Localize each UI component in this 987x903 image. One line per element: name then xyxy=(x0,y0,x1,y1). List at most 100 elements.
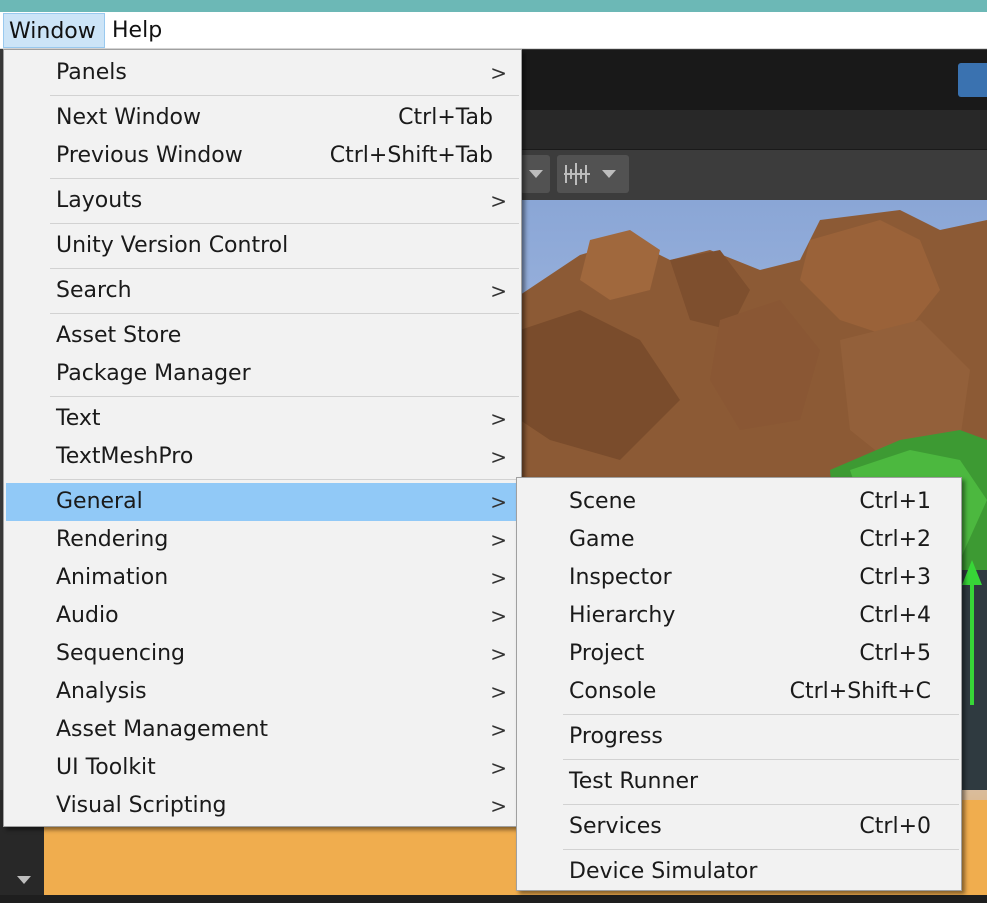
menu-item-label: Previous Window xyxy=(56,143,243,168)
menubar-item-help[interactable]: Help xyxy=(107,13,167,48)
menu-separator xyxy=(50,223,519,224)
menu-item-rendering[interactable]: Rendering > xyxy=(6,521,519,559)
menu-item-shortcut: Ctrl+2 xyxy=(859,527,931,552)
editor-tab-bar xyxy=(520,110,987,150)
audio-waveform-icon xyxy=(564,163,590,185)
menu-item-search[interactable]: Search > xyxy=(6,272,519,310)
menu-item-next-window[interactable]: Next Window Ctrl+Tab xyxy=(6,99,519,137)
menu-item-label: General xyxy=(56,489,143,514)
menu-item-layouts[interactable]: Layouts > xyxy=(6,182,519,220)
menu-item-label: Audio xyxy=(56,603,119,628)
menu-item-label: Rendering xyxy=(56,527,169,552)
submenu-item-services[interactable]: Services Ctrl+0 xyxy=(519,808,959,846)
menu-item-shortcut: Ctrl+0 xyxy=(859,814,931,839)
menu-item-label: TextMeshPro xyxy=(56,444,194,469)
menu-separator xyxy=(50,479,519,480)
menu-item-label: Scene xyxy=(569,489,637,514)
menu-item-label: Asset Management xyxy=(56,717,269,742)
submenu-item-inspector[interactable]: Inspector Ctrl+3 xyxy=(519,559,959,597)
submenu-item-game[interactable]: Game Ctrl+2 xyxy=(519,521,959,559)
chevron-right-icon: > xyxy=(490,756,507,780)
menu-item-label: Progress xyxy=(569,724,663,749)
menu-item-label: Visual Scripting xyxy=(56,793,227,818)
menu-item-text[interactable]: Text > xyxy=(6,400,519,438)
window-menu: Panels > Next Window Ctrl+Tab Previous Windo… xyxy=(3,49,522,827)
menu-item-animation[interactable]: Animation > xyxy=(6,559,519,597)
menu-item-label: UI Toolkit xyxy=(56,755,156,780)
menu-item-shortcut: Ctrl+Shift+C xyxy=(789,679,931,704)
scene-toolbar-dropdown[interactable] xyxy=(520,155,550,193)
chevron-right-icon: > xyxy=(490,718,507,742)
chevron-right-icon: > xyxy=(490,445,507,469)
submenu-item-scene[interactable]: Scene Ctrl+1 xyxy=(519,483,959,521)
menu-item-package-manager[interactable]: Package Manager xyxy=(6,355,519,393)
audio-mixer-dropdown[interactable] xyxy=(557,155,629,193)
menu-item-previous-window[interactable]: Previous Window Ctrl+Shift+Tab xyxy=(6,137,519,175)
general-submenu: Scene Ctrl+1 Game Ctrl+2 Inspector Ctrl+3 Hier… xyxy=(516,477,962,891)
menu-item-label: Asset Store xyxy=(56,323,182,348)
chevron-right-icon: > xyxy=(490,61,507,85)
chevron-down-icon xyxy=(17,876,31,884)
menu-item-audio[interactable]: Audio > xyxy=(6,597,519,635)
menu-item-shortcut: Ctrl+4 xyxy=(859,603,931,628)
chevron-right-icon: > xyxy=(490,604,507,628)
menu-separator xyxy=(563,849,959,850)
menu-item-unity-version-control[interactable]: Unity Version Control xyxy=(6,227,519,265)
menu-item-label: Hierarchy xyxy=(569,603,676,628)
menu-separator xyxy=(563,804,959,805)
submenu-item-console[interactable]: Console Ctrl+Shift+C xyxy=(519,673,959,711)
submenu-item-project[interactable]: Project Ctrl+5 xyxy=(519,635,959,673)
chevron-right-icon: > xyxy=(490,794,507,818)
menu-item-label: Sequencing xyxy=(56,641,186,666)
menu-item-label: Game xyxy=(569,527,635,552)
menu-item-shortcut: Ctrl+3 xyxy=(859,565,931,590)
menu-item-panels[interactable]: Panels > xyxy=(6,54,519,92)
menu-item-label: Search xyxy=(56,278,132,303)
chevron-right-icon: > xyxy=(490,490,507,514)
menu-item-analysis[interactable]: Analysis > xyxy=(6,673,519,711)
menu-item-sequencing[interactable]: Sequencing > xyxy=(6,635,519,673)
menu-item-textmeshpro[interactable]: TextMeshPro > xyxy=(6,438,519,476)
title-strip xyxy=(0,0,987,12)
play-button[interactable] xyxy=(958,63,987,97)
menu-item-ui-toolkit[interactable]: UI Toolkit > xyxy=(6,749,519,787)
chevron-right-icon: > xyxy=(490,528,507,552)
menu-item-label: Layouts xyxy=(56,188,143,213)
menu-item-label: Unity Version Control xyxy=(56,233,289,258)
menu-item-label: Inspector xyxy=(569,565,672,590)
chevron-down-icon xyxy=(602,170,616,178)
menu-item-asset-management[interactable]: Asset Management > xyxy=(6,711,519,749)
chevron-right-icon: > xyxy=(490,279,507,303)
menu-item-shortcut: Ctrl+1 xyxy=(859,489,931,514)
menu-item-general[interactable]: General > xyxy=(6,483,519,521)
menu-item-label: Console xyxy=(569,679,657,704)
main-toolbar xyxy=(520,50,987,110)
menu-item-label: Services xyxy=(569,814,662,839)
menu-item-shortcut: Ctrl+Tab xyxy=(398,105,493,130)
menu-item-label: Analysis xyxy=(56,679,147,704)
chevron-right-icon: > xyxy=(490,407,507,431)
submenu-item-hierarchy[interactable]: Hierarchy Ctrl+4 xyxy=(519,597,959,635)
chevron-right-icon: > xyxy=(490,566,507,590)
chevron-right-icon: > xyxy=(490,680,507,704)
chevron-right-icon: > xyxy=(490,642,507,666)
submenu-item-device-simulator[interactable]: Device Simulator xyxy=(519,853,959,891)
submenu-item-test-runner[interactable]: Test Runner xyxy=(519,763,959,801)
menu-item-label: Package Manager xyxy=(56,361,251,386)
menubar-item-window[interactable]: Window xyxy=(3,13,105,48)
menubar: Window Help xyxy=(0,12,987,49)
menu-item-label: Test Runner xyxy=(569,769,699,794)
menu-item-shortcut: Ctrl+Shift+Tab xyxy=(329,143,493,168)
menu-item-visual-scripting[interactable]: Visual Scripting > xyxy=(6,787,519,825)
menu-item-shortcut: Ctrl+5 xyxy=(859,641,931,666)
menu-item-label: Animation xyxy=(56,565,169,590)
menu-separator xyxy=(50,95,519,96)
menu-item-label: Next Window xyxy=(56,105,201,130)
menu-item-label: Device Simulator xyxy=(569,859,758,884)
menu-separator xyxy=(563,714,959,715)
menu-separator xyxy=(563,759,959,760)
menu-separator xyxy=(50,396,519,397)
menu-separator xyxy=(50,178,519,179)
menu-item-asset-store[interactable]: Asset Store xyxy=(6,317,519,355)
submenu-item-progress[interactable]: Progress xyxy=(519,718,959,756)
